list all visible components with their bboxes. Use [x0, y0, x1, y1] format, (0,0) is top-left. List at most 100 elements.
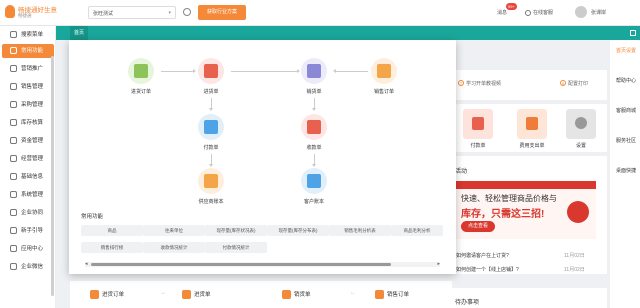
news-item[interactable]: 如何创建一个【线上店铺】? 11月02日 — [456, 266, 585, 273]
shortcut-desktop[interactable]: 桌面快捷 — [613, 168, 639, 175]
sidebar-item-label: 经营管理 — [21, 156, 44, 162]
shortcut-service-mall[interactable]: 客服商城 — [613, 108, 639, 115]
function-payment-stats[interactable]: 付款情况统计 — [205, 242, 267, 253]
arrow-down-icon — [312, 98, 316, 111]
arrow-down-icon — [312, 154, 316, 167]
function-sales-margin[interactable]: 销售毛利分析表 — [329, 225, 391, 236]
sidebar-item-marketing[interactable]: 营销推广 — [2, 62, 54, 76]
flow-sales[interactable]: 销货单 — [282, 290, 311, 300]
sidebar-item-common[interactable]: 常用功能 — [2, 44, 54, 58]
function-stock-status[interactable]: 现存量(库存状况表) — [205, 225, 267, 236]
function-receipt-stats[interactable]: 收款情况统计 — [143, 242, 205, 253]
messages-link[interactable]: 消息 — [497, 9, 507, 16]
node-label: 收款单 — [306, 145, 322, 151]
function-product-margin[interactable]: 商品毛利分析 — [391, 225, 443, 236]
sidebar-item-inventory[interactable]: 库存核算 — [2, 116, 54, 130]
function-sales-ranking[interactable]: 销售排行榜 — [81, 242, 143, 253]
gear-icon[interactable] — [183, 8, 191, 16]
sidebar-item-label: 库存核算 — [21, 120, 44, 126]
promo-banner[interactable]: 快速、轻松管理商品价格与 库存，只需这三招! 点击查看 — [455, 181, 596, 239]
news-item[interactable]: 如何邀请客户在上订货? 11月02日 — [456, 252, 585, 259]
industry-solution-button[interactable]: 获取行业方案 — [198, 5, 246, 20]
popup-horizontal-scrollbar[interactable]: ◂ ▸ — [85, 261, 440, 267]
shortcut-help-center[interactable]: 帮助中心 — [613, 78, 639, 85]
sidebar-item-system[interactable]: 系统管理 — [2, 188, 54, 202]
bottom-flow-row: 进货订单 → 进货单 销货单 ← 销售订单 — [70, 281, 452, 308]
scroll-left-icon[interactable]: ◂ — [85, 261, 88, 267]
scroll-right-icon[interactable]: ▸ — [437, 261, 440, 267]
function-product[interactable]: 商品 — [81, 225, 143, 236]
todo-title: 待办事项 — [455, 300, 480, 306]
sidebar-item-purchase[interactable]: 采购管理 — [2, 98, 54, 112]
setup-step-7[interactable]: 7 学习开单教视频 — [458, 80, 501, 87]
function-stock-distribution[interactable]: 现存量(库存分布表) — [267, 225, 329, 236]
expense-doc-icon — [526, 117, 538, 130]
step-number: 7 — [458, 80, 464, 86]
top-bar: 畅捷通好生意 畅捷通 张旺测试 ▾ 获取行业方案 消息 99+ 在线客服 张课岸 — [0, 0, 640, 26]
sidebar-item-search[interactable]: 搜索菜单 — [2, 28, 54, 42]
avatar[interactable] — [575, 6, 587, 18]
bag-icon — [10, 101, 17, 109]
settings-icon — [575, 117, 587, 129]
sidebar-item-funds[interactable]: 资金管理 — [2, 134, 54, 148]
flow-label: 销货单 — [294, 292, 311, 298]
sidebar-item-label: 企业协同 — [21, 210, 44, 216]
settings-icon — [10, 191, 17, 199]
logo[interactable]: 畅捷通好生意 畅捷通 — [5, 3, 65, 23]
logo-subtitle: 畅捷通 — [18, 13, 32, 18]
news-title: 如何创建一个【线上店铺】? — [456, 267, 519, 273]
sales-icon — [307, 64, 321, 78]
document-icon — [182, 290, 191, 300]
online-service-label: 在线客服 — [533, 10, 554, 16]
common-functions-popup: 进货订单 进货单 销货单 销售订单 付款单 收款单 供应商账本 客户账本 常用功… — [69, 40, 456, 274]
banner-view-button[interactable]: 点击查看 — [461, 221, 495, 232]
sidebar-item-label: 搜索菜单 — [21, 32, 44, 38]
function-partners[interactable]: 往来单位 — [143, 225, 205, 236]
arrow-down-icon — [209, 98, 213, 111]
payment-icon — [204, 120, 218, 134]
fullscreen-icon[interactable] — [630, 30, 636, 36]
headset-icon — [525, 9, 531, 16]
sidebar-item-collaboration[interactable]: 企业协同 — [2, 206, 54, 220]
setup-step-label: 学习开单教视频 — [466, 81, 502, 87]
arrow-right-icon: → — [160, 290, 166, 296]
scroll-thumb[interactable] — [91, 263, 391, 266]
banner-line-1: 快速、轻松管理商品价格与 — [461, 194, 557, 203]
document-icon — [375, 290, 384, 300]
banner-line-2: 库存，只需这三招! — [461, 209, 545, 220]
online-service-link[interactable]: 在线客服 — [525, 9, 553, 16]
setup-step-8[interactable]: 8 配置打印 — [560, 80, 588, 87]
sidebar-item-label: 营销推广 — [21, 66, 44, 72]
guide-icon — [10, 227, 17, 235]
flow-purchase[interactable]: 进货单 — [182, 290, 211, 300]
expense-card[interactable] — [517, 109, 547, 139]
shortcut-home-settings[interactable]: 首页设置 — [613, 48, 639, 55]
sidebar-item-wechat[interactable]: 企业微信 — [2, 260, 54, 274]
shortcut-community[interactable]: 服务社区 — [613, 138, 639, 145]
arrow-left-icon — [334, 71, 368, 72]
tab-home[interactable]: 首页 — [70, 26, 89, 40]
banner-stripe — [455, 181, 596, 189]
payment-label: 付款单 — [470, 143, 486, 149]
flow-sales-order[interactable]: 销售订单 — [375, 290, 410, 300]
chart-icon — [10, 155, 17, 163]
sidebar-scrollbar[interactable] — [51, 56, 54, 296]
sidebar: 搜索菜单 常用功能 营销推广 销售管理 采购管理 库存核算 资金管理 经营管理 … — [0, 26, 56, 308]
tab-bar: 首页 — [56, 26, 640, 40]
sidebar-item-apps[interactable]: 应用中心 — [2, 242, 54, 256]
sidebar-item-basic-info[interactable]: 基础信息 — [2, 170, 54, 184]
sidebar-item-operations[interactable]: 经营管理 — [2, 152, 54, 166]
sidebar-item-sales[interactable]: 销售管理 — [2, 80, 54, 94]
username[interactable]: 张课岸 — [591, 9, 606, 16]
settings-card[interactable] — [566, 109, 596, 139]
flow-label: 进货订单 — [102, 292, 125, 298]
sidebar-item-guide[interactable]: 新手引导 — [2, 224, 54, 238]
store-select[interactable]: 张旺测试 ▾ — [88, 6, 176, 19]
flow-label: 销售订单 — [387, 292, 410, 298]
document-icon — [90, 290, 99, 300]
apps-icon — [10, 245, 17, 253]
node-label: 进货订单 — [130, 89, 151, 95]
flow-purchase-order[interactable]: 进货订单 — [90, 290, 125, 300]
node-label: 销售订单 — [373, 89, 394, 95]
payment-card[interactable] — [463, 109, 493, 139]
